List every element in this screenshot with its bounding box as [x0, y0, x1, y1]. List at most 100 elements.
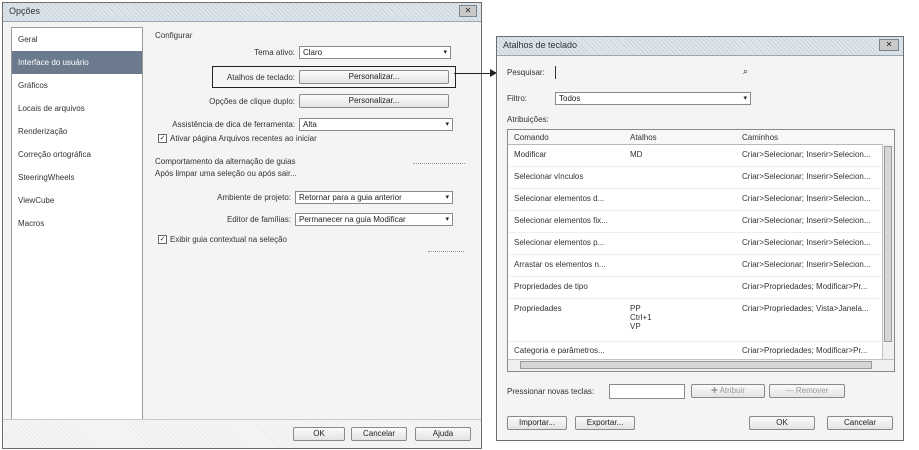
- filter-select[interactable]: Todos ▾: [555, 92, 751, 105]
- row-path: Criar>Selecionar; Inserir>Selecion...: [742, 260, 871, 269]
- close-button[interactable]: ✕: [459, 5, 477, 17]
- row-command: Propriedades de tipo: [514, 282, 588, 291]
- row-command: Selecionar elementos p...: [514, 238, 605, 247]
- row-command: Selecionar vínculos: [514, 172, 584, 181]
- customize-double-click-button[interactable]: Personalizar...: [299, 94, 449, 108]
- import-button[interactable]: Importar...: [507, 416, 567, 430]
- chevron-down-icon: ▾: [445, 194, 449, 201]
- table-row[interactable]: Modificar MD Criar>Selecionar; Inserir>S…: [508, 145, 882, 167]
- help-button[interactable]: Ajuda: [415, 427, 471, 441]
- family-editor-label: Editor de famílias:: [226, 215, 291, 224]
- sidebar-item-user-interface[interactable]: Interface do usuário: [12, 51, 142, 74]
- contextual-tab-label: Exibir guia contextual na seleção: [170, 235, 287, 244]
- plus-icon: ✚: [711, 386, 720, 395]
- export-button[interactable]: Exportar...: [575, 416, 635, 430]
- sidebar-item-graphics[interactable]: Gráficos: [12, 74, 142, 97]
- table-row[interactable]: Selecionar elementos p... Criar>Selecion…: [508, 233, 882, 255]
- column-header-shortcuts[interactable]: Atalhos: [630, 133, 657, 142]
- options-title: Opções: [9, 6, 41, 16]
- shortcuts-dialog: Atalhos de teclado ✕ Pesquisar: ⌕ Filtro…: [496, 36, 904, 441]
- contextual-separator: [428, 251, 464, 252]
- filter-label: Filtro:: [507, 94, 527, 103]
- close-button[interactable]: ✕: [879, 39, 899, 51]
- sidebar-item-spelling[interactable]: Correção ortográfica: [12, 143, 142, 166]
- shortcuts-title: Atalhos de teclado: [503, 40, 578, 50]
- options-sidebar: Geral Interface do usuário Gráficos Loca…: [11, 27, 143, 425]
- cancel-button[interactable]: Cancelar: [351, 427, 407, 441]
- sidebar-item-general[interactable]: Geral: [12, 28, 142, 51]
- assignments-table[interactable]: Comando Atalhos Caminhos Modificar MD Cr…: [507, 129, 895, 372]
- family-editor-value: Permanecer na guia Modificar: [299, 215, 406, 224]
- table-row[interactable]: Propriedades de tipo Criar>Propriedades;…: [508, 277, 882, 299]
- ok-button[interactable]: OK: [749, 416, 815, 430]
- remove-label: Remover: [795, 386, 829, 395]
- sidebar-item-viewcube[interactable]: ViewCube: [12, 189, 142, 212]
- options-button-bar: OK Cancelar Ajuda: [3, 419, 481, 448]
- row-path: Criar>Selecionar; Inserir>Selecion...: [742, 216, 871, 225]
- assignments-label: Atribuições:: [507, 115, 549, 124]
- search-icon[interactable]: ⌕: [743, 66, 748, 77]
- filter-value: Todos: [559, 94, 581, 103]
- row-path: Criar>Selecionar; Inserir>Selecion...: [742, 172, 871, 181]
- row-command: Propriedades: [514, 304, 562, 313]
- tooltip-assist-label: Assistência de dica de ferramenta:: [172, 120, 295, 129]
- project-env-label: Ambiente de projeto:: [217, 193, 291, 202]
- recent-files-checkbox[interactable]: ✓: [158, 134, 167, 143]
- press-new-keys-label: Pressionar novas teclas:: [507, 387, 595, 396]
- chevron-down-icon: ▾: [743, 95, 747, 102]
- search-label: Pesquisar:: [507, 68, 545, 77]
- search-input[interactable]: ⌕: [555, 66, 751, 79]
- row-shortcut: MD: [630, 150, 643, 159]
- row-path: Criar>Propriedades; Vista>Janela...: [742, 304, 869, 313]
- configure-heading: Configurar: [155, 31, 193, 40]
- project-env-select[interactable]: Retornar para a guia anterior ▾: [295, 191, 453, 204]
- column-header-command[interactable]: Comando: [514, 133, 549, 142]
- tooltip-assist-value: Alta: [303, 120, 317, 129]
- row-path: Criar>Selecionar; Inserir>Selecion...: [742, 238, 871, 247]
- scrollbar-thumb[interactable]: [884, 146, 892, 342]
- row-path: Criar>Propriedades; Modificar>Pr...: [742, 346, 868, 355]
- sidebar-item-macros[interactable]: Macros: [12, 212, 142, 235]
- sidebar-item-steeringwheels[interactable]: SteeringWheels: [12, 166, 142, 189]
- theme-value: Claro: [303, 48, 323, 57]
- callout-connector-line: [454, 73, 494, 74]
- table-header: Comando Atalhos Caminhos: [508, 130, 894, 145]
- row-command: Categoria e parâmetros...: [514, 346, 605, 355]
- cancel-button[interactable]: Cancelar: [827, 416, 893, 430]
- row-command: Selecionar elementos fix...: [514, 216, 608, 225]
- row-command: Arrastar os elementos n...: [514, 260, 606, 269]
- minus-icon: —: [785, 386, 796, 395]
- options-dialog: Opções ✕ Geral Interface do usuário Gráf…: [2, 2, 482, 449]
- remove-button[interactable]: — Remover: [769, 384, 845, 398]
- tab-behavior-heading: Comportamento da alternação de guias: [155, 157, 296, 166]
- shortcuts-highlight-box: [212, 66, 456, 88]
- column-header-paths[interactable]: Caminhos: [742, 133, 778, 142]
- ok-button[interactable]: OK: [293, 427, 345, 441]
- assign-button[interactable]: ✚ Atribuir: [691, 384, 765, 398]
- tab-behavior-separator: [413, 163, 465, 164]
- family-editor-select[interactable]: Permanecer na guia Modificar ▾: [295, 213, 453, 226]
- table-row[interactable]: Arrastar os elementos n... Criar>Selecio…: [508, 255, 882, 277]
- row-path: Criar>Propriedades; Modificar>Pr...: [742, 282, 868, 291]
- row-path: Criar>Selecionar; Inserir>Selecion...: [742, 194, 871, 203]
- table-row[interactable]: Propriedades PP Ctrl+1 VP Criar>Propried…: [508, 299, 882, 342]
- table-row[interactable]: Selecionar elementos fix... Criar>Seleci…: [508, 211, 882, 233]
- scrollbar-thumb[interactable]: [520, 361, 872, 369]
- row-path: Criar>Selecionar; Inserir>Selecion...: [742, 150, 871, 159]
- recent-files-label: Ativar página Arquivos recentes ao inici…: [170, 134, 317, 143]
- horizontal-scrollbar[interactable]: [508, 359, 894, 371]
- new-keys-input[interactable]: [609, 384, 685, 399]
- contextual-tab-checkbox[interactable]: ✓: [158, 235, 167, 244]
- sidebar-item-rendering[interactable]: Renderização: [12, 120, 142, 143]
- chevron-down-icon: ▾: [445, 121, 449, 128]
- after-clear-label: Após limpar uma seleção ou após sair...: [155, 169, 297, 178]
- table-row[interactable]: Selecionar vínculos Criar>Selecionar; In…: [508, 167, 882, 189]
- shortcuts-titlebar: Atalhos de teclado ✕: [497, 37, 903, 56]
- row-shortcut: PP Ctrl+1 VP: [630, 304, 652, 331]
- theme-select[interactable]: Claro ▾: [299, 46, 451, 59]
- table-row[interactable]: Selecionar elementos d... Criar>Selecion…: [508, 189, 882, 211]
- sidebar-item-file-locations[interactable]: Locais de arquivos: [12, 97, 142, 120]
- chevron-down-icon: ▾: [445, 216, 449, 223]
- vertical-scrollbar[interactable]: [882, 144, 894, 359]
- tooltip-assist-select[interactable]: Alta ▾: [299, 118, 453, 131]
